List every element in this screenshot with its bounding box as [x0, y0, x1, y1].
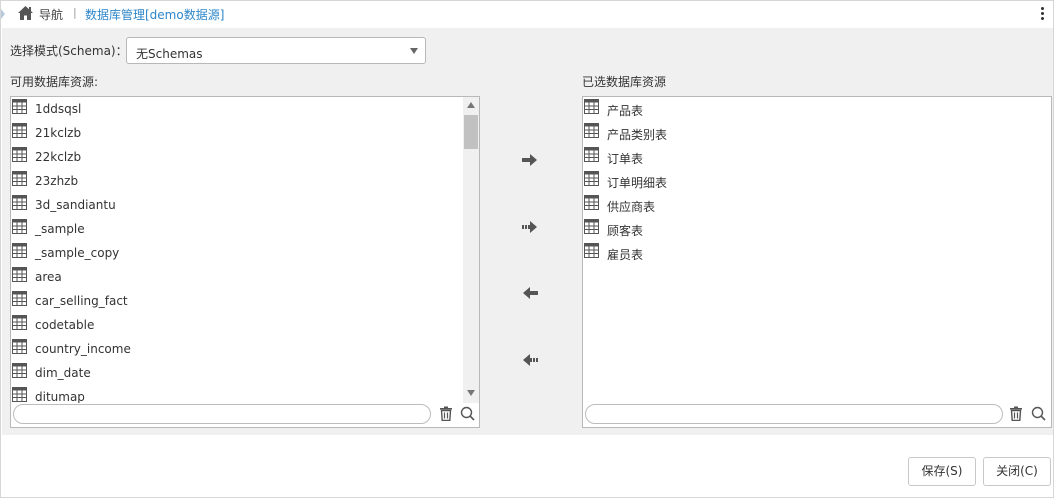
- list-item-label: 产品类别表: [607, 128, 668, 142]
- list-item-label: codetable: [35, 318, 95, 332]
- list-item[interactable]: 3d_sandiantu: [11, 193, 463, 217]
- list-item[interactable]: _sample_copy: [11, 241, 463, 265]
- table-icon: [584, 195, 599, 210]
- list-item-label: _sample_copy: [35, 246, 120, 260]
- list-item[interactable]: 订单明细表: [583, 169, 1051, 193]
- collapse-handle-icon[interactable]: [1, 9, 5, 19]
- available-heading: 可用数据库资源:: [10, 75, 99, 89]
- list-item-label: 23zhzb: [35, 174, 79, 188]
- table-icon: [584, 99, 599, 114]
- list-item-label: car_selling_fact: [35, 294, 128, 308]
- scroll-down-icon[interactable]: [467, 390, 475, 396]
- list-item-label: ditumap: [35, 390, 85, 403]
- selected-list[interactable]: 产品表产品类别表订单表订单明细表供应商表顾客表雇员表: [583, 97, 1051, 403]
- table-icon: [12, 363, 27, 378]
- list-item[interactable]: 23zhzb: [11, 169, 463, 193]
- double-arrow-right-icon[interactable]: [521, 220, 539, 234]
- selected-filter-input[interactable]: [585, 404, 1003, 424]
- dialog-window: 导航 | 数据库管理[demo数据源] 选择模式(Schema)： 无Schem…: [0, 0, 1054, 498]
- home-icon[interactable]: [17, 5, 34, 21]
- list-item-label: 雇员表: [607, 248, 644, 262]
- arrow-right-icon[interactable]: [521, 153, 539, 167]
- table-icon: [12, 267, 27, 282]
- table-icon: [12, 219, 27, 234]
- list-item-label: area: [35, 270, 62, 284]
- double-arrow-left-icon[interactable]: [521, 353, 539, 367]
- list-item-label: country_income: [35, 342, 131, 356]
- list-item[interactable]: 产品表: [583, 97, 1051, 121]
- list-item-label: 1ddsqsl: [35, 102, 82, 116]
- list-item-label: 产品表: [607, 104, 644, 118]
- save-button[interactable]: 保存(S): [908, 457, 976, 486]
- table-icon: [12, 243, 27, 258]
- list-item[interactable]: 供应商表: [583, 193, 1051, 217]
- breadcrumb-current[interactable]: 数据库管理[demo数据源]: [85, 6, 224, 23]
- table-icon: [584, 171, 599, 186]
- list-item[interactable]: _sample: [11, 217, 463, 241]
- breadcrumb-nav[interactable]: 导航: [39, 6, 63, 23]
- search-icon[interactable]: [460, 406, 475, 421]
- list-item-label: 3d_sandiantu: [35, 198, 116, 212]
- list-item[interactable]: 雇员表: [583, 241, 1051, 265]
- table-icon: [12, 291, 27, 306]
- list-item[interactable]: 21kclzb: [11, 121, 463, 145]
- table-icon: [12, 315, 27, 330]
- list-item[interactable]: 订单表: [583, 145, 1051, 169]
- scroll-up-icon[interactable]: [467, 102, 475, 108]
- available-list[interactable]: 1ddsqsl 21kclzb 22kclzb 23zhzb 3d_sandiantu _…: [11, 97, 463, 403]
- arrow-left-icon[interactable]: [521, 286, 539, 300]
- list-item-label: 订单明细表: [607, 176, 668, 190]
- list-item[interactable]: car_selling_fact: [11, 289, 463, 313]
- available-scrollbar[interactable]: [463, 97, 479, 403]
- table-icon: [12, 99, 27, 114]
- content-panel: 选择模式(Schema)： 无Schemas 可用数据库资源: 已选数据库资源 …: [2, 28, 1053, 435]
- more-vertical-icon[interactable]: [1037, 5, 1047, 23]
- list-item-label: _sample: [35, 222, 85, 236]
- scroll-thumb[interactable]: [464, 115, 478, 149]
- list-item[interactable]: country_income: [11, 337, 463, 361]
- table-icon: [584, 219, 599, 234]
- breadcrumb-separator: |: [73, 6, 77, 19]
- close-button[interactable]: 关闭(C): [983, 457, 1051, 486]
- available-list-box: 1ddsqsl 21kclzb 22kclzb 23zhzb 3d_sandiantu _…: [10, 96, 480, 428]
- table-icon: [584, 147, 599, 162]
- selected-heading: 已选数据库资源: [582, 75, 667, 89]
- schema-selected-value: 无Schemas: [136, 47, 203, 61]
- list-item-label: 顾客表: [607, 224, 644, 238]
- list-item[interactable]: 1ddsqsl: [11, 97, 463, 121]
- selected-list-box: 产品表产品类别表订单表订单明细表供应商表顾客表雇员表: [582, 96, 1052, 428]
- available-filter-input[interactable]: [13, 404, 431, 424]
- list-item-label: 22kclzb: [35, 150, 82, 164]
- table-icon: [12, 339, 27, 354]
- trash-icon[interactable]: [439, 406, 453, 421]
- list-item-label: 21kclzb: [35, 126, 82, 140]
- table-icon: [584, 123, 599, 138]
- table-icon: [12, 387, 27, 402]
- list-item-label: dim_date: [35, 366, 91, 380]
- table-icon: [584, 243, 599, 258]
- list-item[interactable]: codetable: [11, 313, 463, 337]
- list-item[interactable]: area: [11, 265, 463, 289]
- search-icon[interactable]: [1031, 406, 1046, 421]
- list-item-label: 供应商表: [607, 200, 656, 214]
- list-item[interactable]: 顾客表: [583, 217, 1051, 241]
- list-item[interactable]: 22kclzb: [11, 145, 463, 169]
- table-icon: [12, 171, 27, 186]
- list-item[interactable]: 产品类别表: [583, 121, 1051, 145]
- schema-select[interactable]: 无Schemas: [126, 37, 426, 64]
- header-bar: 导航 | 数据库管理[demo数据源]: [1, 1, 1053, 27]
- table-icon: [12, 195, 27, 210]
- trash-icon[interactable]: [1009, 406, 1023, 421]
- list-item-label: 订单表: [607, 152, 644, 166]
- chevron-down-icon: [410, 48, 418, 54]
- list-item[interactable]: ditumap: [11, 385, 463, 403]
- table-icon: [12, 147, 27, 162]
- table-icon: [12, 123, 27, 138]
- schema-label: 选择模式(Schema)：: [10, 44, 128, 58]
- list-item[interactable]: dim_date: [11, 361, 463, 385]
